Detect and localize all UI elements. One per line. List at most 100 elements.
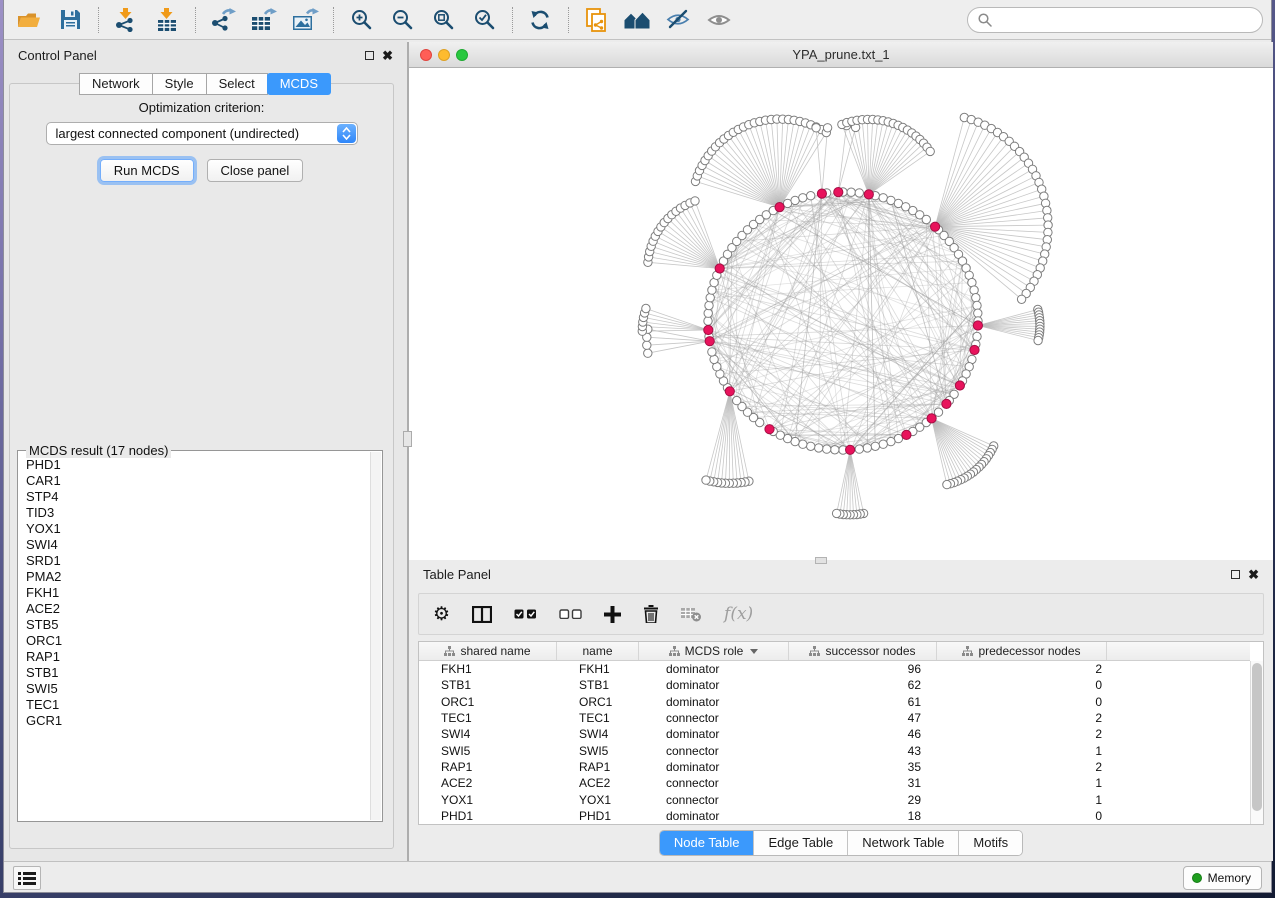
mcds-result-item[interactable]: ORC1	[26, 633, 369, 649]
dominator-node[interactable]	[704, 325, 713, 334]
network-node[interactable]	[855, 189, 863, 197]
network-node[interactable]	[831, 446, 839, 454]
network-node[interactable]	[644, 349, 652, 357]
import-network-icon[interactable]	[109, 5, 143, 35]
dominator-node[interactable]	[725, 387, 734, 396]
mcds-result-item[interactable]: STP4	[26, 489, 369, 505]
mcds-result-scrollbar[interactable]	[370, 452, 381, 820]
zoom-in-icon[interactable]	[344, 5, 378, 35]
network-overview-icon[interactable]	[620, 5, 654, 35]
open-session-icon[interactable]	[12, 5, 46, 35]
network-node[interactable]	[855, 445, 863, 453]
network-node[interactable]	[943, 480, 951, 488]
table-panel-float-icon[interactable]	[1231, 570, 1240, 579]
mcds-result-item[interactable]: ACE2	[26, 601, 369, 617]
network-node[interactable]	[970, 286, 978, 294]
delete-row-icon[interactable]	[643, 605, 659, 623]
memory-button[interactable]: Memory	[1183, 866, 1262, 890]
delete-table-icon[interactable]	[681, 607, 702, 622]
save-session-icon[interactable]	[53, 5, 87, 35]
control-panel-float-icon[interactable]	[365, 51, 374, 60]
network-canvas[interactable]	[409, 68, 1273, 560]
dominator-node[interactable]	[864, 190, 873, 199]
tab-select[interactable]: Select	[206, 73, 268, 95]
network-node[interactable]	[926, 147, 934, 155]
mcds-result-item[interactable]: YOX1	[26, 521, 369, 537]
network-node[interactable]	[704, 309, 712, 317]
tab-network-table[interactable]: Network Table	[848, 831, 959, 855]
network-node[interactable]	[832, 509, 840, 517]
horizontal-splitter-handle[interactable]	[815, 557, 827, 564]
network-node[interactable]	[879, 440, 887, 448]
zoom-out-icon[interactable]	[385, 5, 419, 35]
network-node[interactable]	[815, 444, 823, 452]
mcds-result-item[interactable]: SRD1	[26, 553, 369, 569]
network-node[interactable]	[807, 192, 815, 200]
dominator-node[interactable]	[955, 381, 964, 390]
network-node[interactable]	[708, 348, 716, 356]
network-node[interactable]	[705, 301, 713, 309]
table-scrollbar[interactable]	[1250, 661, 1263, 824]
network-node[interactable]	[973, 301, 981, 309]
dominator-node[interactable]	[775, 203, 784, 212]
network-node[interactable]	[973, 332, 981, 340]
export-image-icon[interactable]	[288, 5, 322, 35]
tab-edge-table[interactable]: Edge Table	[754, 831, 848, 855]
table-row[interactable]: RAP1RAP1dominator352	[419, 759, 1250, 775]
network-node[interactable]	[847, 188, 855, 196]
column-header-predecessor-nodes[interactable]: predecessor nodes	[937, 642, 1107, 660]
column-header-successor-nodes[interactable]: successor nodes	[789, 642, 937, 660]
table-row[interactable]: YOX1YOX1connector291	[419, 791, 1250, 807]
mcds-result-item[interactable]: STB5	[26, 617, 369, 633]
optimization-criterion-select[interactable]: largest connected component (undirected)	[46, 122, 358, 145]
control-panel-close-icon[interactable]: ✖	[382, 51, 393, 60]
network-node[interactable]	[691, 197, 699, 205]
table-row[interactable]: STB1STB1dominator620	[419, 677, 1250, 693]
show-graphics-details-icon[interactable]	[702, 5, 736, 35]
table-row[interactable]: SWI4SWI4dominator462	[419, 726, 1250, 742]
table-scrollbar-thumb[interactable]	[1252, 663, 1262, 811]
table-row[interactable]: ACE2ACE2connector311	[419, 775, 1250, 791]
close-panel-button[interactable]: Close panel	[207, 159, 304, 182]
network-node[interactable]	[812, 124, 820, 132]
dominator-node[interactable]	[846, 445, 855, 454]
network-node[interactable]	[642, 304, 650, 312]
network-node[interactable]	[974, 309, 982, 317]
apply-layout-icon[interactable]	[523, 5, 557, 35]
network-node[interactable]	[733, 396, 741, 404]
select-all-checkboxes-icon[interactable]	[514, 609, 537, 619]
mcds-result-item[interactable]: FKH1	[26, 585, 369, 601]
dominator-node[interactable]	[817, 189, 826, 198]
dominator-node[interactable]	[765, 425, 774, 434]
network-node[interactable]	[791, 196, 799, 204]
network-node[interactable]	[643, 341, 651, 349]
dominator-node[interactable]	[902, 430, 911, 439]
tab-style[interactable]: Style	[152, 73, 207, 95]
run-mcds-button[interactable]: Run MCDS	[100, 159, 194, 182]
network-node[interactable]	[807, 442, 815, 450]
deselect-all-checkboxes-icon[interactable]	[559, 609, 582, 619]
table-panel-close-icon[interactable]: ✖	[1248, 570, 1259, 579]
hide-graphics-details-icon[interactable]	[661, 5, 695, 35]
dominator-node[interactable]	[931, 222, 940, 231]
dominator-node[interactable]	[834, 188, 843, 197]
tab-network[interactable]: Network	[79, 73, 153, 95]
network-node[interactable]	[922, 215, 930, 223]
zoom-fit-icon[interactable]	[426, 5, 460, 35]
vertical-splitter-handle[interactable]	[403, 431, 412, 447]
import-table-icon[interactable]	[150, 5, 184, 35]
mcds-result-item[interactable]: CAR1	[26, 473, 369, 489]
network-node[interactable]	[702, 476, 710, 484]
table-row[interactable]: TEC1TEC1connector472	[419, 710, 1250, 726]
network-node[interactable]	[887, 437, 895, 445]
network-node[interactable]	[823, 124, 831, 132]
clone-network-icon[interactable]	[579, 5, 613, 35]
table-row[interactable]: SWI5SWI5connector431	[419, 742, 1250, 758]
network-node[interactable]	[1017, 295, 1025, 303]
network-node[interactable]	[879, 194, 887, 202]
settings-gear-icon[interactable]: ⚙	[433, 605, 450, 624]
mcds-result-item[interactable]: PHD1	[26, 457, 369, 473]
network-node[interactable]	[871, 442, 879, 450]
search-input[interactable]	[998, 12, 1252, 27]
column-header-MCDS-role[interactable]: MCDS role	[639, 642, 789, 660]
